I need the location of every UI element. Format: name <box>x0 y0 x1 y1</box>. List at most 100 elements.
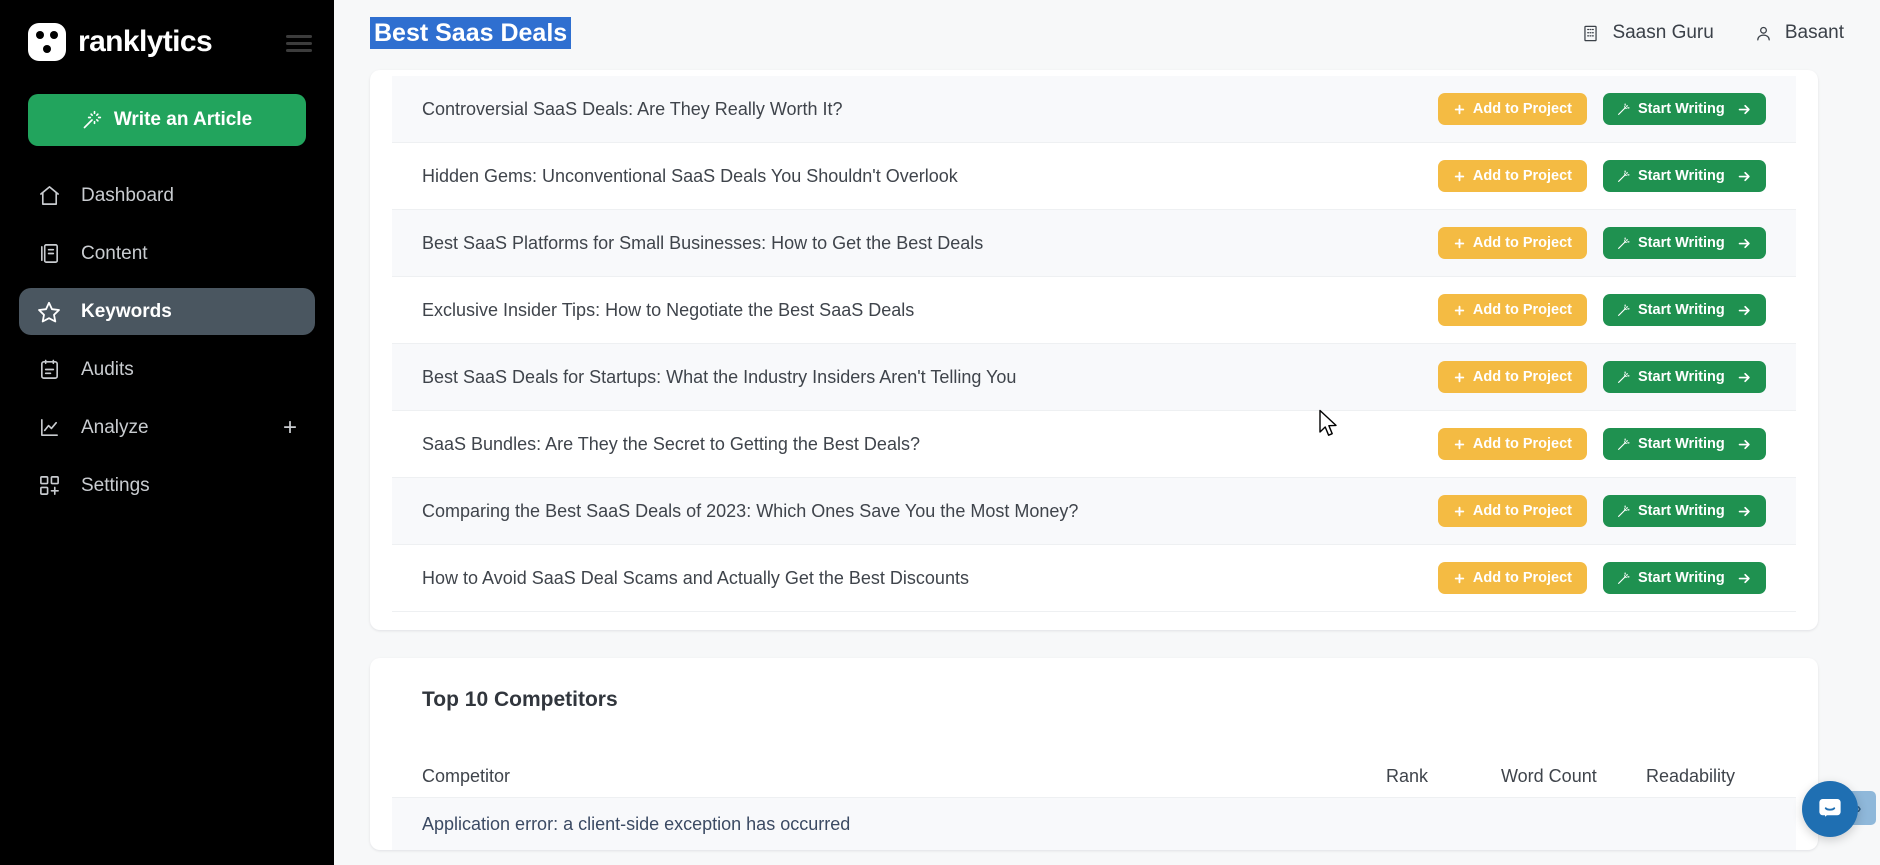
add-to-project-button[interactable]: Add to Project <box>1437 361 1587 393</box>
add-to-project-button[interactable]: Add to Project <box>1437 294 1587 326</box>
grid-add-icon <box>37 474 61 498</box>
intercom-chat-icon <box>1819 799 1841 817</box>
idea-title: Best SaaS Platforms for Small Businesses… <box>422 232 984 253</box>
magic-wand-icon <box>1618 370 1630 383</box>
add-to-project-button[interactable]: Add to Project <box>1437 227 1587 259</box>
add-to-project-label: Add to Project <box>1472 168 1572 184</box>
table-row[interactable]: SaaS Bundles: Are They the Secret to Get… <box>392 411 1796 478</box>
table-row[interactable]: Comparing the Best SaaS Deals of 2023: W… <box>392 478 1796 545</box>
add-to-project-label: Add to Project <box>1472 302 1572 318</box>
add-to-project-button[interactable]: Add to Project <box>1437 562 1587 594</box>
start-writing-button[interactable]: Start Writing <box>1603 160 1766 192</box>
arrow-right-icon <box>1738 372 1750 382</box>
building-icon <box>1584 25 1598 41</box>
start-writing-button[interactable]: Start Writing <box>1603 227 1766 259</box>
arrow-right-icon <box>1738 171 1750 181</box>
plus-icon <box>1454 372 1465 382</box>
write-an-article-button[interactable]: Write an Article <box>28 94 306 146</box>
start-writing-button[interactable]: Start Writing <box>1603 562 1766 594</box>
table-row[interactable]: Best SaaS Deals for Startups: What the I… <box>392 344 1796 411</box>
start-writing-label: Start Writing <box>1638 570 1725 586</box>
sidebar-item-label: Audits <box>81 358 134 380</box>
workspace-selector[interactable]: Saasn Guru <box>1581 22 1714 44</box>
column-header-competitor: Competitor <box>422 766 511 786</box>
row-actions: Add to Project Start Writing <box>1437 562 1766 594</box>
row-actions: Add to Project Start Writing <box>1437 160 1766 192</box>
top-competitors-card: Top 10 Competitors Competitor Rank Word … <box>370 658 1818 850</box>
magic-wand-icon <box>1618 571 1630 584</box>
idea-title: Exclusive Insider Tips: How to Negotiate… <box>422 299 915 320</box>
add-to-project-label: Add to Project <box>1472 369 1572 385</box>
error-message: Application error: a client-side excepti… <box>422 813 851 834</box>
add-to-project-label: Add to Project <box>1472 570 1572 586</box>
start-writing-button[interactable]: Start Writing <box>1603 294 1766 326</box>
idea-title: Hidden Gems: Unconventional SaaS Deals Y… <box>422 165 958 186</box>
plus-icon <box>1454 506 1465 516</box>
row-actions: Add to Project Start Writing <box>1437 361 1766 393</box>
sidebar-item-analyze[interactable]: Analyze + <box>19 404 315 451</box>
plus-icon <box>1454 573 1465 583</box>
arrow-right-icon <box>1738 238 1750 248</box>
idea-title: How to Avoid SaaS Deal Scams and Actuall… <box>422 567 969 588</box>
ranklytics-logo-icon <box>28 23 66 61</box>
add-to-project-button[interactable]: Add to Project <box>1437 160 1587 192</box>
column-header-readability: Readability <box>1646 766 1736 786</box>
table-row[interactable]: Best SaaS Platforms for Small Businesses… <box>392 210 1796 277</box>
idea-title: Best SaaS Deals for Startups: What the I… <box>422 366 1017 387</box>
sidebar-item-label: Settings <box>81 474 150 496</box>
add-to-project-label: Add to Project <box>1472 235 1572 251</box>
row-actions: Add to Project Start Writing <box>1437 93 1766 125</box>
sidebar-item-label: Keywords <box>81 300 172 322</box>
row-actions: Add to Project Start Writing <box>1437 227 1766 259</box>
table-row[interactable]: Application error: a client-side excepti… <box>392 798 1796 850</box>
plus-icon <box>1454 238 1465 248</box>
start-writing-button[interactable]: Start Writing <box>1603 428 1766 460</box>
person-icon <box>1757 26 1770 40</box>
brand-row: ranklytics <box>0 0 334 66</box>
clipboard-icon <box>37 358 61 382</box>
user-label: Basant <box>1784 22 1844 43</box>
arrow-right-icon <box>1738 573 1750 583</box>
user-menu[interactable]: Basant <box>1754 22 1844 44</box>
table-row[interactable]: Exclusive Insider Tips: How to Negotiate… <box>392 277 1796 344</box>
intercom-chat-launcher[interactable] <box>1802 781 1858 837</box>
sidebar-item-keywords[interactable]: Keywords <box>19 288 315 335</box>
sidebar-item-label: Dashboard <box>81 184 174 206</box>
table-row[interactable]: How to Avoid SaaS Deal Scams and Actuall… <box>392 545 1796 612</box>
add-to-project-button[interactable]: Add to Project <box>1437 428 1587 460</box>
magic-wand-icon <box>1618 437 1630 450</box>
start-writing-label: Start Writing <box>1638 235 1725 251</box>
sidebar-item-audits[interactable]: Audits <box>19 346 315 393</box>
table-row[interactable]: Controversial SaaS Deals: Are They Reall… <box>392 76 1796 143</box>
add-to-project-button[interactable]: Add to Project <box>1437 93 1587 125</box>
workspace-label: Saasn Guru <box>1612 22 1714 43</box>
column-header-word-count: Word Count <box>1501 766 1597 786</box>
plus-icon <box>1454 305 1465 315</box>
sidebar-nav: Dashboard Content Keywords Audits Analyz… <box>0 172 334 509</box>
column-header-rank: Rank <box>1386 766 1429 786</box>
start-writing-button[interactable]: Start Writing <box>1603 361 1766 393</box>
magic-wand-icon <box>1618 303 1630 316</box>
star-icon <box>37 300 61 324</box>
add-to-project-button[interactable]: Add to Project <box>1437 495 1587 527</box>
sidebar: ranklytics Write an Article Dashboard Co… <box>0 0 334 865</box>
sidebar-item-settings[interactable]: Settings <box>19 462 315 509</box>
table-row[interactable]: Hidden Gems: Unconventional SaaS Deals Y… <box>392 143 1796 210</box>
start-writing-label: Start Writing <box>1638 101 1725 117</box>
add-analyze-icon[interactable]: + <box>283 415 297 440</box>
magic-wand-icon <box>83 110 101 129</box>
magic-wand-icon <box>1618 102 1630 115</box>
sidebar-item-dashboard[interactable]: Dashboard <box>19 172 315 219</box>
start-writing-button[interactable]: Start Writing <box>1603 93 1766 125</box>
sidebar-item-content[interactable]: Content <box>19 230 315 277</box>
hamburger-icon[interactable] <box>286 32 312 52</box>
plus-icon <box>1454 439 1465 449</box>
scroll-area[interactable]: Controversial SaaS Deals: Are They Reall… <box>334 70 1880 865</box>
row-actions: Add to Project Start Writing <box>1437 428 1766 460</box>
start-writing-label: Start Writing <box>1638 369 1725 385</box>
chart-line-icon <box>37 416 61 440</box>
add-to-project-label: Add to Project <box>1472 503 1572 519</box>
start-writing-label: Start Writing <box>1638 302 1725 318</box>
start-writing-button[interactable]: Start Writing <box>1603 495 1766 527</box>
magic-wand-icon <box>1618 236 1630 249</box>
